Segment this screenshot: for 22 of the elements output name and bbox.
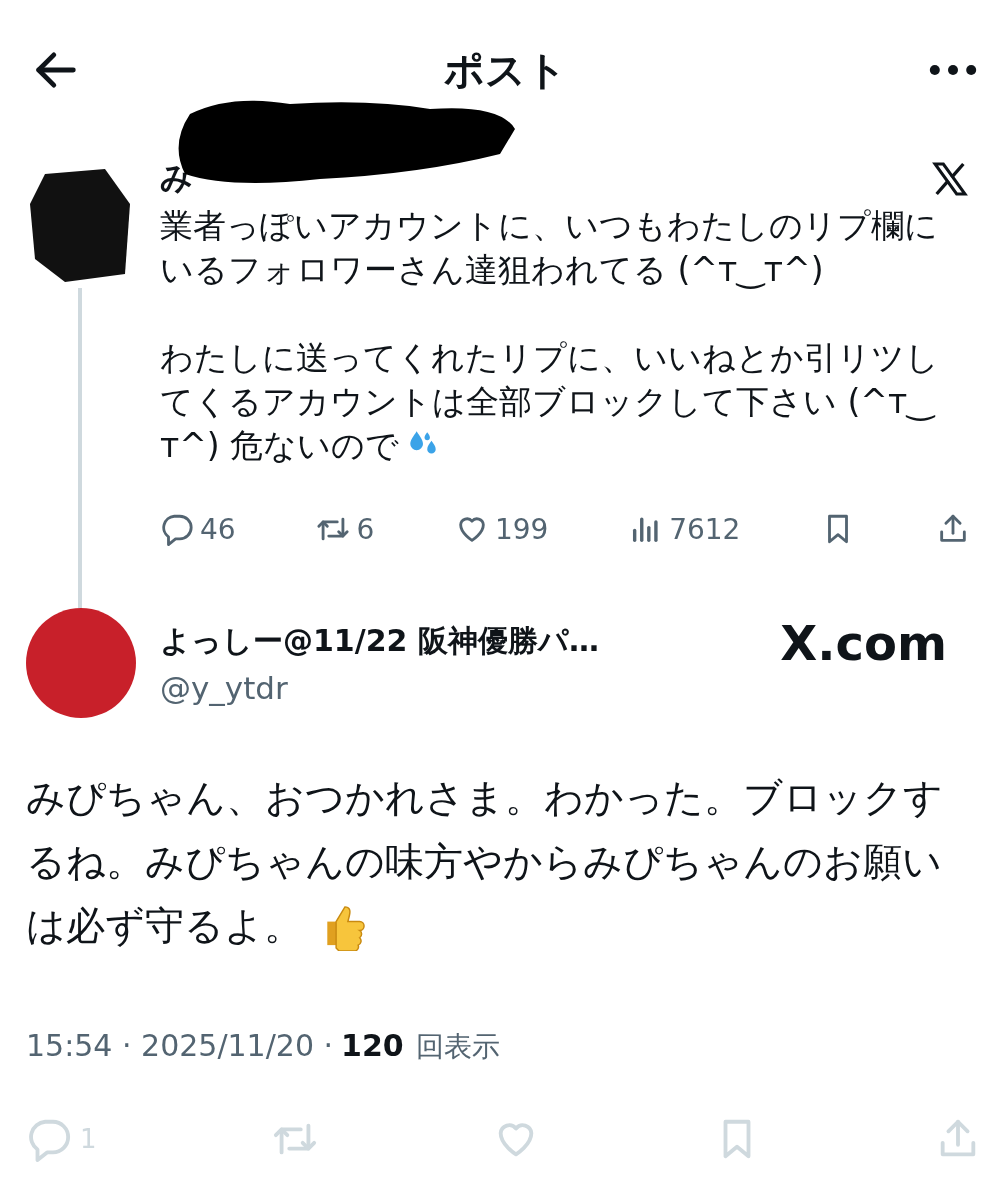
reply-icon [160,512,194,546]
views-button[interactable]: 7612 [629,512,741,546]
repost-button[interactable]: 6 [316,512,375,546]
author-handle: @y_ytdr [160,669,289,706]
reply-button[interactable]: 46 [160,512,236,546]
view-label: 回表示 [415,1029,500,1065]
more-icon [929,65,977,75]
text-line: るね。みぴちゃんの味方やからみぴちゃんのお願い [26,838,942,886]
site-label: X.com [780,615,947,671]
text-line: は必ず守るよ。 [26,902,303,950]
post-timestamp: 15:54 · 2025/11/20 · [26,1028,334,1063]
view-count: 120 [341,1028,404,1063]
page-title: ポスト [444,45,567,95]
like-button[interactable]: 199 [454,512,549,546]
text-line: みぴちゃん、おつかれさま。わかった。ブロックす [26,774,943,822]
text-line: ᴛ^) 危ないので [160,425,400,467]
author-name: み [160,158,193,199]
text-line: 業者っぽいアカウントに、いつもわたしのリプ欄に [160,205,938,247]
text-line: いるフォロワーさん達狙われてる (^ᴛ‿ᴛ^) [160,249,824,291]
text-line: わたしに送ってくれたリプに、いいねとか引リツし [160,337,939,379]
author-name: よっしー@11/22 阪神優勝パ… [160,621,600,660]
text-line: てくるアカウントは全部ブロックして下さい (^ᴛ‿ [160,381,934,423]
